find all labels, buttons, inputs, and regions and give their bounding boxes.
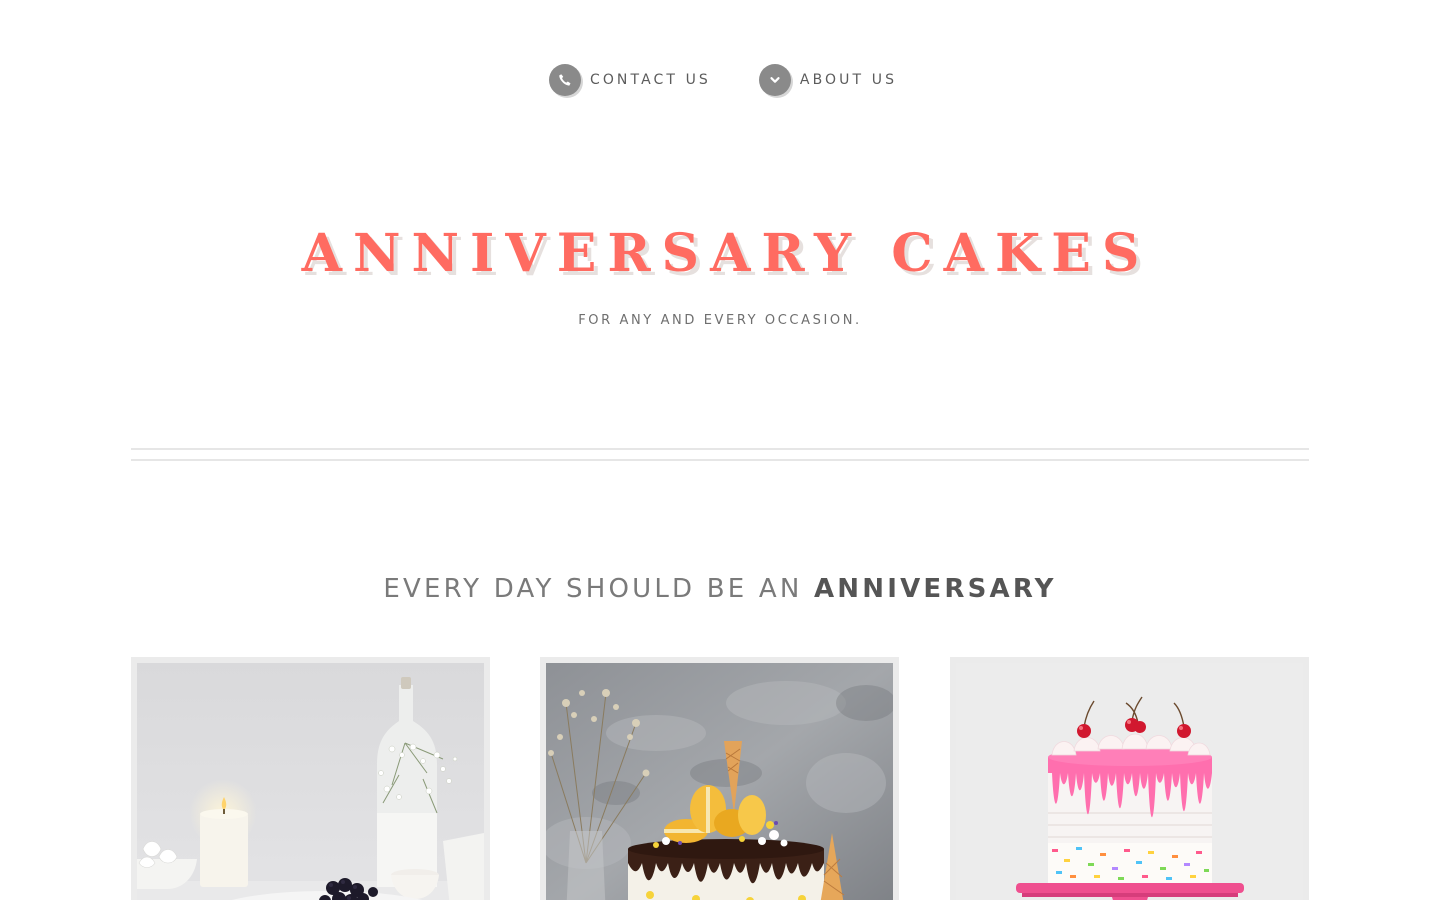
nav-contact-us[interactable]: CONTACT US bbox=[548, 64, 711, 96]
nav-about-us[interactable]: ABOUT US bbox=[758, 64, 898, 96]
page: CONTACT US ABOUT US ANNIVERSARY CAKES FO… bbox=[0, 0, 1440, 900]
cake-photo-pink-drip-with-cherries bbox=[956, 663, 1303, 900]
section-heading-bold: ANNIVERSARY bbox=[813, 574, 1057, 604]
page-subtitle: FOR ANY AND EVERY OCCASION. bbox=[578, 313, 862, 328]
cake-photo-chocolate-drip-with-macarons bbox=[546, 663, 893, 900]
section-heading-light: EVERY DAY SHOULD BE AN bbox=[383, 574, 814, 604]
cake-gallery bbox=[131, 657, 1309, 900]
section-heading: EVERY DAY SHOULD BE AN ANNIVERSARY bbox=[0, 572, 1440, 606]
cake-card-2[interactable] bbox=[540, 657, 899, 900]
chevron-down-icon bbox=[758, 64, 791, 96]
cake-card-3[interactable] bbox=[950, 657, 1309, 900]
phone-icon bbox=[548, 64, 581, 96]
nav-about-us-label: ABOUT US bbox=[799, 72, 898, 88]
page-title: ANNIVERSARY CAKES bbox=[301, 223, 1151, 284]
section-divider bbox=[131, 448, 1309, 461]
top-nav: CONTACT US ABOUT US bbox=[0, 64, 1440, 96]
cake-card-1[interactable] bbox=[131, 657, 490, 900]
cake-photo-candle-and-blackberries bbox=[137, 663, 484, 900]
nav-contact-us-label: CONTACT US bbox=[589, 72, 711, 88]
